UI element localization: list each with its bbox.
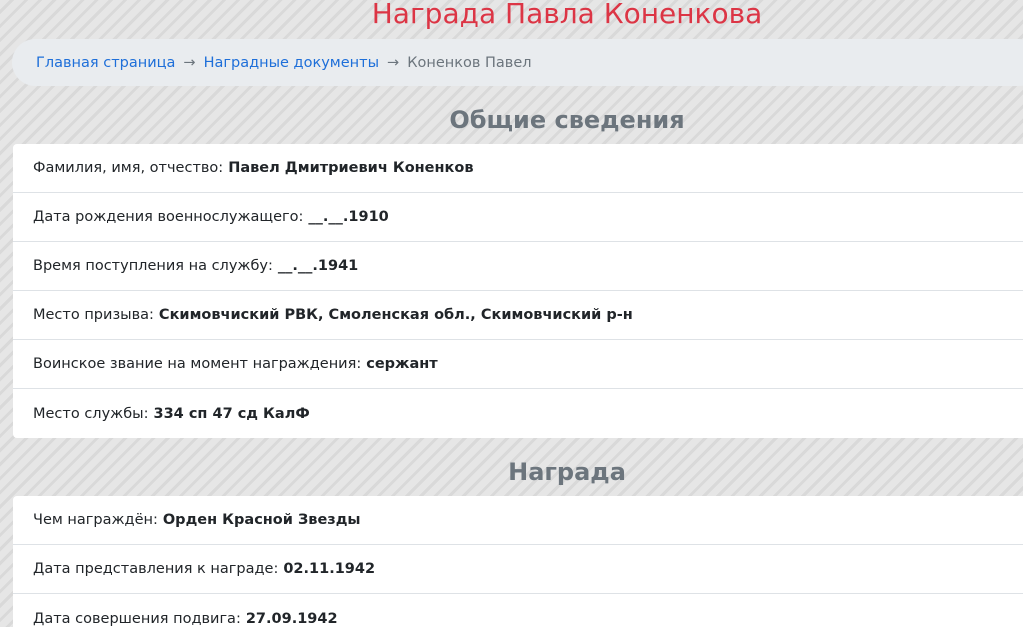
section-heading-award: Награда [508,458,626,486]
row-value: сержант [366,356,438,372]
breadcrumb-current: Коненков Павел [407,54,532,71]
row-value: 334 сп 47 сд КалФ [153,405,310,422]
section-heading-general: Общие сведения [449,106,685,134]
row-value: Скимовчиский РВК, Смоленская обл., Скимо… [158,307,633,323]
row-value: Орден Красной Звезды [162,512,361,528]
award-row-submission-date: Дата представления к награде: 02.11.1942 [13,545,1023,594]
breadcrumb-link-home[interactable]: Главная страница [36,55,175,71]
general-row-service-place: Место службы: 334 сп 47 сд КалФ [13,389,1023,438]
general-row-rank: Воинское звание на момент награждения: с… [13,340,1023,389]
general-row-full-name: Фамилия, имя, отчество: Павел Дмитриевич… [13,144,1023,193]
general-row-draft-place: Место призыва: Скимовчиский РВК, Смоленс… [13,291,1023,340]
award-row-feat-date: Дата совершения подвига: 27.09.1942 [13,594,1023,627]
row-label: Место службы: [33,405,149,422]
row-label: Место призыва: [33,307,154,323]
breadcrumb: Главная страница → Наградные документы →… [12,39,1023,86]
row-value: __.__.1910 [308,209,389,225]
breadcrumb-separator-arrow: → [387,54,400,71]
general-row-birth-date: Дата рождения военнослужащего: __.__.191… [13,193,1023,242]
row-value: __.__.1941 [277,258,359,274]
row-value: Павел Дмитриевич Коненков [228,160,474,176]
award-row-award-name: Чем награждён: Орден Красной Звезды [13,496,1023,545]
breadcrumb-link-award-documents[interactable]: Наградные документы [204,55,379,71]
general-info-card: Фамилия, имя, отчество: Павел Дмитриевич… [13,144,1023,438]
row-label: Дата представления к награде: [33,561,279,577]
page-title: Награда Павла Коненкова [371,0,763,30]
row-label: Чем награждён: [33,512,158,528]
row-value: 02.11.1942 [283,561,376,577]
award-info-card: Чем награждён: Орден Красной Звезды Дата… [13,496,1023,627]
row-label: Время поступления на службу: [33,258,273,274]
row-label: Дата совершения подвига: [33,610,241,627]
row-value: 27.09.1942 [245,610,338,627]
row-label: Фамилия, имя, отчество: [33,160,224,176]
row-label: Дата рождения военнослужащего: [33,209,304,225]
row-label: Воинское звание на момент награждения: [33,356,362,372]
breadcrumb-separator-arrow: → [183,54,196,71]
general-row-service-start: Время поступления на службу: __.__.1941 [13,242,1023,291]
